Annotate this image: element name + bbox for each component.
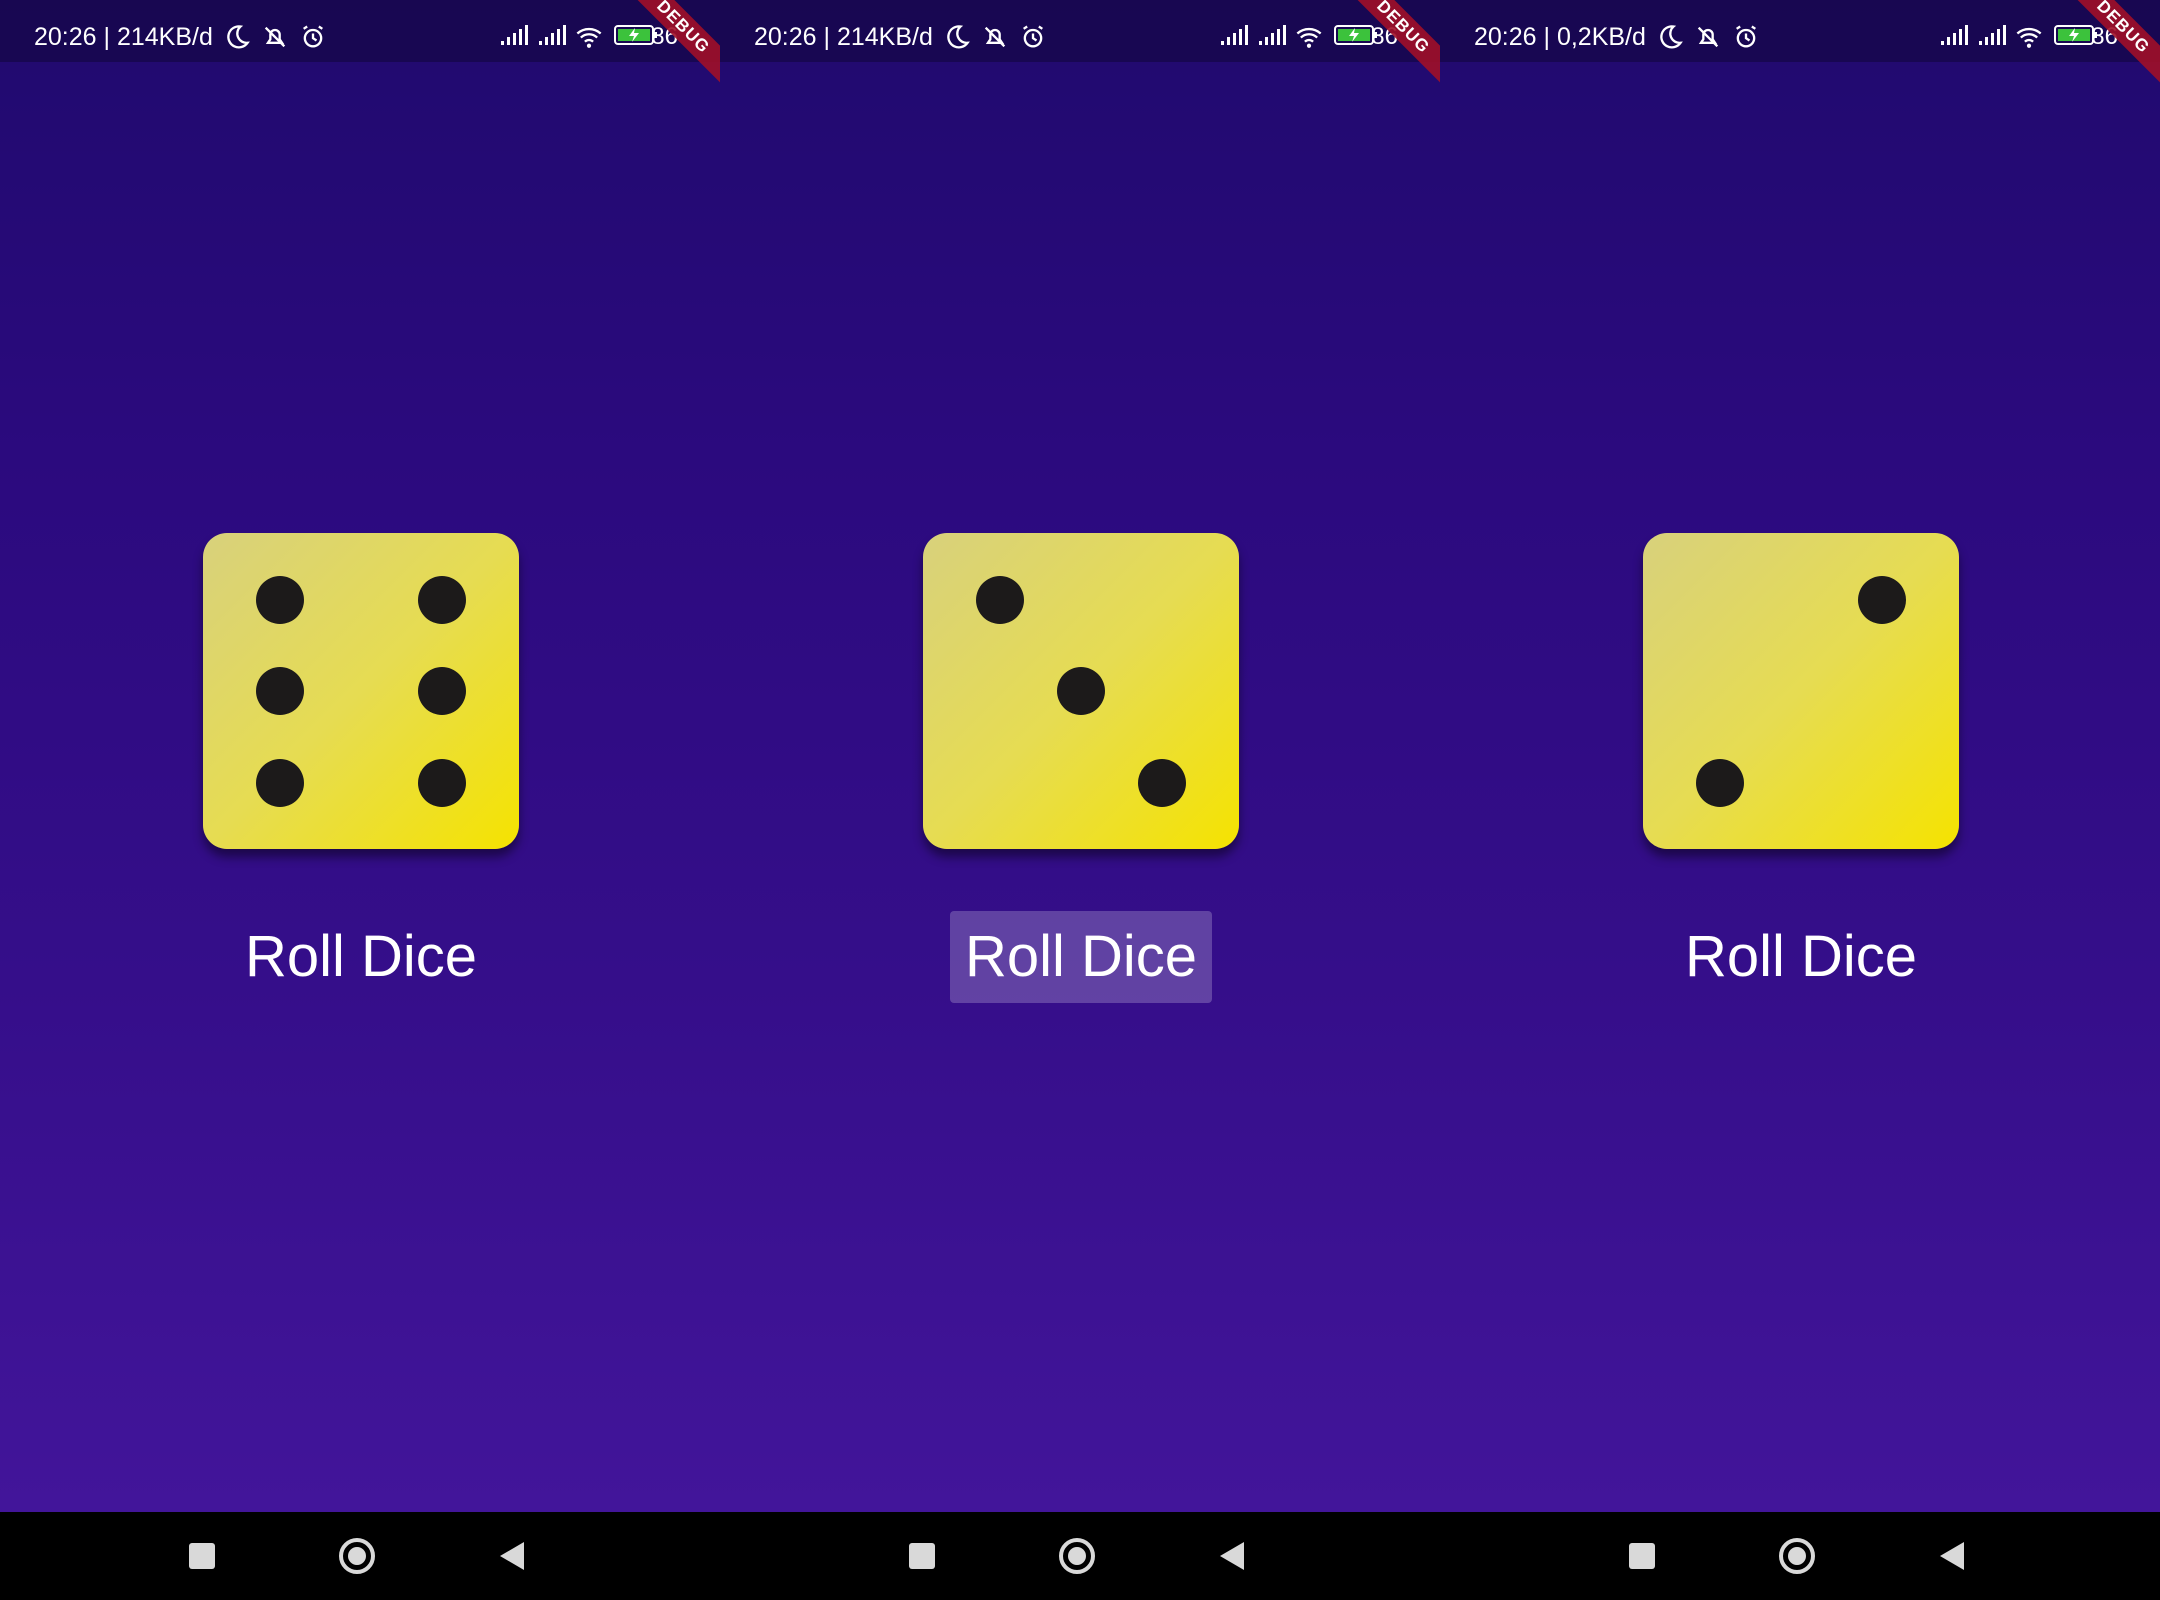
moon-icon <box>223 23 251 51</box>
navigation-bar <box>0 1512 720 1600</box>
notifications-off-icon <box>261 23 289 51</box>
dice-pip <box>256 759 304 807</box>
status-left: 20:26 | 214KB/d <box>754 22 1047 52</box>
dice-face-three <box>923 533 1239 849</box>
recents-square-icon[interactable] <box>1620 1534 1664 1578</box>
phone-screen-2: 20:26 | 214KB/d 86 DEBUG Roll Dice <box>720 0 1440 1600</box>
status-time-speed: 20:26 | 214KB/d <box>754 23 933 51</box>
back-triangle-icon[interactable] <box>490 1534 534 1578</box>
phone-screen-3: 20:26 | 0,2KB/d 86 DEBUG Roll Dice <box>1440 0 2160 1600</box>
status-right: 86 <box>499 22 678 52</box>
app-background: 20:26 | 214KB/d 86 DEBUG Roll Dice <box>720 0 1440 1512</box>
dice-pip <box>1858 576 1906 624</box>
status-left: 20:26 | 0,2KB/d <box>1474 22 1760 52</box>
wifi-icon <box>1295 23 1323 51</box>
status-right: 86 <box>1219 22 1398 52</box>
dice-pip <box>256 667 304 715</box>
navigation-bar <box>1440 1512 2160 1600</box>
alarm-icon <box>299 23 327 51</box>
app-background: 20:26 | 214KB/d 86 DEBUG Roll Dice <box>0 0 720 1512</box>
roll-dice-button[interactable]: Roll Dice <box>230 911 492 1003</box>
dice-pip <box>418 667 466 715</box>
dice-pip <box>1696 759 1744 807</box>
battery-charging-icon <box>613 23 658 51</box>
status-time-speed: 20:26 | 0,2KB/d <box>1474 23 1646 51</box>
notifications-off-icon <box>1694 23 1722 51</box>
dice-pip <box>418 759 466 807</box>
moon-icon <box>1656 23 1684 51</box>
signal-icon <box>1257 23 1287 51</box>
status-bar: 20:26 | 214KB/d 86 <box>0 0 720 62</box>
signal-icon <box>1939 23 1969 51</box>
wifi-icon <box>575 23 603 51</box>
dice-pip <box>1138 759 1186 807</box>
recents-square-icon[interactable] <box>180 1534 224 1578</box>
status-time-speed: 20:26 | 214KB/d <box>34 23 213 51</box>
home-circle-icon[interactable] <box>335 1534 379 1578</box>
dice-pip <box>256 576 304 624</box>
back-triangle-icon[interactable] <box>1210 1534 1254 1578</box>
dice-face-six <box>203 533 519 849</box>
signal-icon <box>1219 23 1249 51</box>
status-bar: 20:26 | 0,2KB/d 86 <box>1440 0 2160 62</box>
navigation-bar <box>720 1512 1440 1600</box>
status-left: 20:26 | 214KB/d <box>34 22 327 52</box>
status-bar: 20:26 | 214KB/d 86 <box>720 0 1440 62</box>
status-right: 86 <box>1939 22 2118 52</box>
signal-icon <box>499 23 529 51</box>
recents-square-icon[interactable] <box>900 1534 944 1578</box>
dice-pip <box>418 576 466 624</box>
dice-pip <box>976 576 1024 624</box>
notifications-off-icon <box>981 23 1009 51</box>
home-circle-icon[interactable] <box>1775 1534 1819 1578</box>
roll-dice-button[interactable]: Roll Dice <box>1670 911 1932 1003</box>
alarm-icon <box>1019 23 1047 51</box>
moon-icon <box>943 23 971 51</box>
signal-icon <box>1977 23 2007 51</box>
phone-screen-1: 20:26 | 214KB/d 86 DEBUG Roll Dice <box>0 0 720 1600</box>
back-triangle-icon[interactable] <box>1930 1534 1974 1578</box>
screenshot-strip: 20:26 | 214KB/d 86 DEBUG Roll Dice 20:26… <box>0 0 2160 1600</box>
alarm-icon <box>1732 23 1760 51</box>
dice-face-two <box>1643 533 1959 849</box>
wifi-icon <box>2015 23 2043 51</box>
battery-charging-icon <box>2053 23 2098 51</box>
signal-icon <box>537 23 567 51</box>
roll-dice-button[interactable]: Roll Dice <box>950 911 1212 1003</box>
home-circle-icon[interactable] <box>1055 1534 1099 1578</box>
battery-charging-icon <box>1333 23 1378 51</box>
dice-pip <box>1057 667 1105 715</box>
app-background: 20:26 | 0,2KB/d 86 DEBUG Roll Dice <box>1440 0 2160 1512</box>
